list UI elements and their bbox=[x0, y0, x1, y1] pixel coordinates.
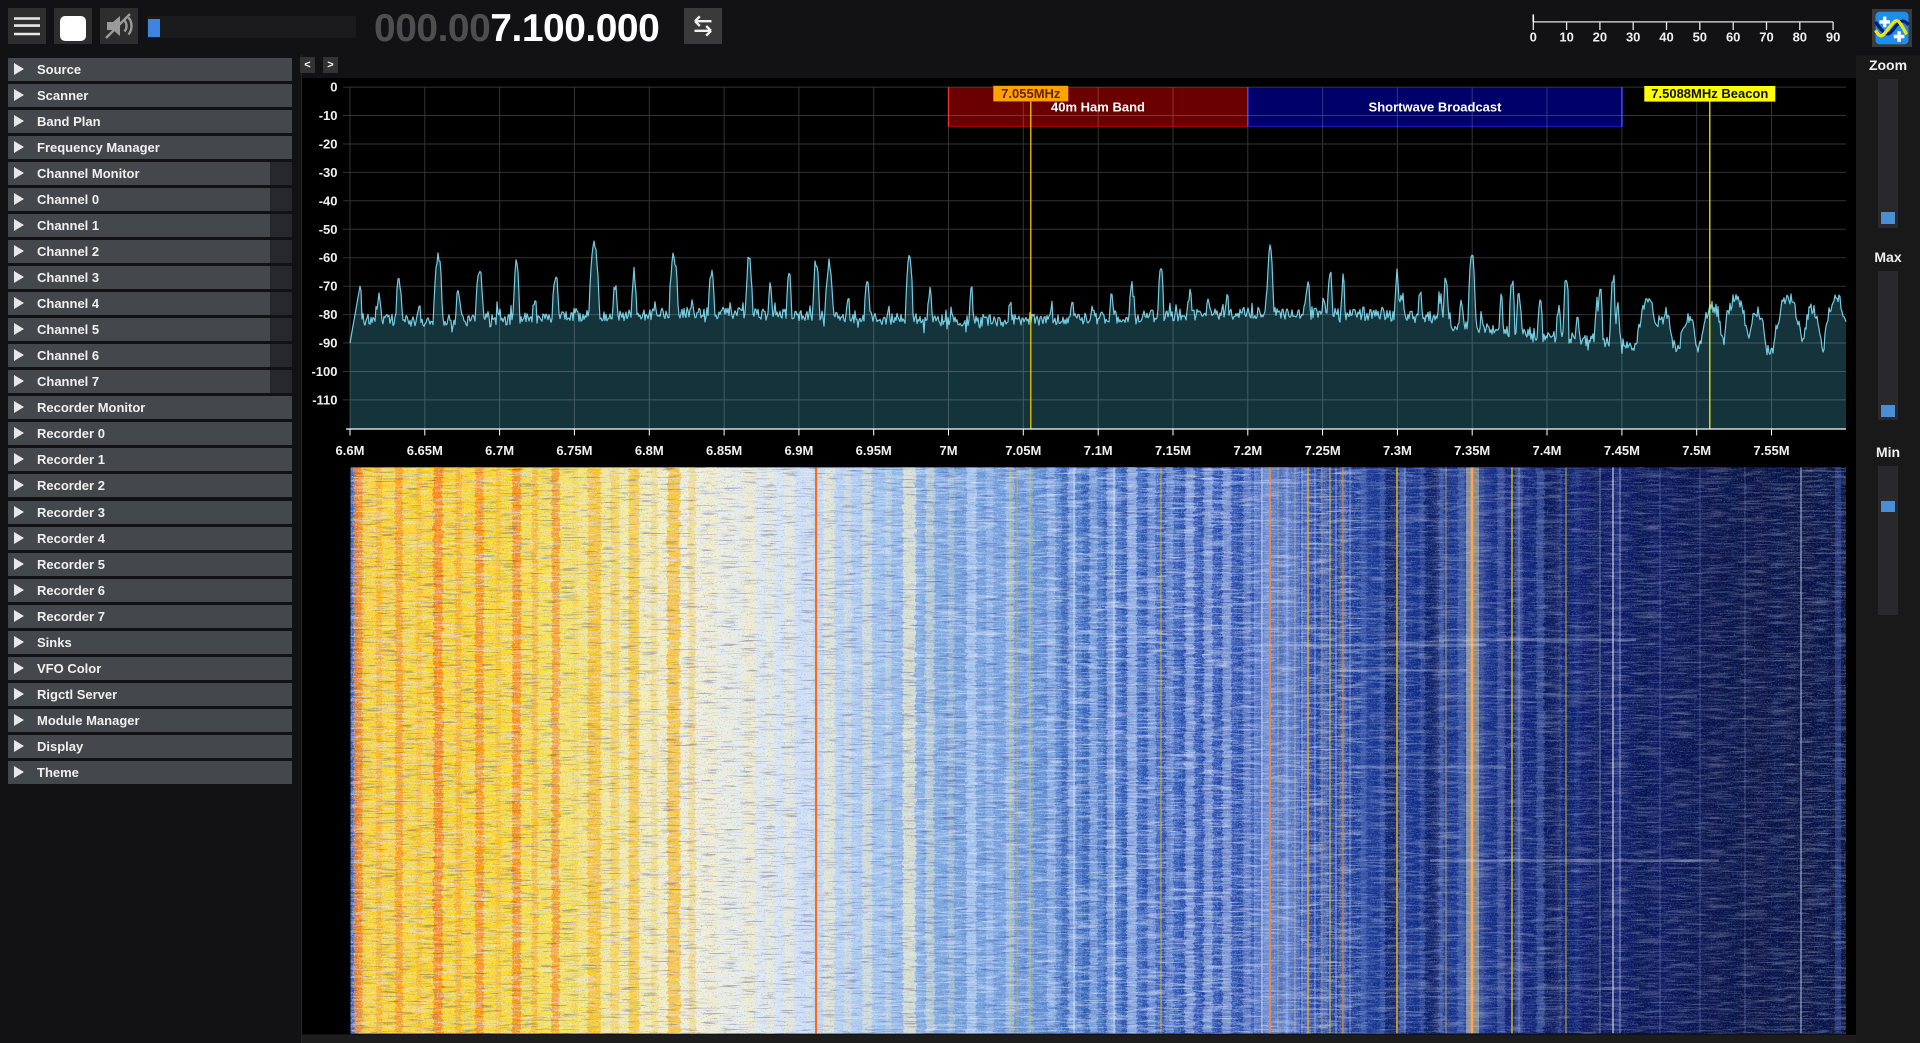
svg-text:7.1M: 7.1M bbox=[1084, 443, 1113, 458]
svg-text:6.85M: 6.85M bbox=[706, 443, 742, 458]
svg-text:-100: -100 bbox=[311, 364, 337, 379]
svg-text:90: 90 bbox=[1826, 30, 1840, 45]
svg-text:-20: -20 bbox=[319, 137, 338, 152]
svg-text:7.15M: 7.15M bbox=[1155, 443, 1191, 458]
svg-text:10: 10 bbox=[1559, 30, 1573, 45]
svg-text:0: 0 bbox=[330, 80, 337, 95]
svg-text:-110: -110 bbox=[312, 392, 337, 407]
svg-text:Shortwave Broadcast: Shortwave Broadcast bbox=[1369, 100, 1503, 115]
svg-text:6.9M: 6.9M bbox=[784, 443, 813, 458]
svg-text:80: 80 bbox=[1793, 30, 1807, 45]
svg-text:7.55M: 7.55M bbox=[1753, 443, 1789, 458]
svg-text:-10: -10 bbox=[319, 108, 338, 123]
svg-text:70: 70 bbox=[1759, 30, 1773, 45]
svg-text:6.7M: 6.7M bbox=[485, 443, 514, 458]
svg-text:7.25M: 7.25M bbox=[1305, 443, 1341, 458]
svg-text:7.45M: 7.45M bbox=[1604, 443, 1640, 458]
svg-text:30: 30 bbox=[1626, 30, 1640, 45]
svg-text:7.05M: 7.05M bbox=[1005, 443, 1041, 458]
svg-text:7.3M: 7.3M bbox=[1383, 443, 1412, 458]
svg-text:-90: -90 bbox=[319, 336, 338, 351]
svg-text:-60: -60 bbox=[319, 250, 338, 265]
svg-text:6.75M: 6.75M bbox=[556, 443, 592, 458]
svg-text:6.8M: 6.8M bbox=[635, 443, 664, 458]
svg-text:7M: 7M bbox=[939, 443, 957, 458]
svg-text:6.65M: 6.65M bbox=[407, 443, 443, 458]
svg-text:7.35M: 7.35M bbox=[1454, 443, 1490, 458]
svg-text:7.4M: 7.4M bbox=[1533, 443, 1562, 458]
svg-text:-30: -30 bbox=[319, 165, 338, 180]
svg-text:7.5088MHz Beacon: 7.5088MHz Beacon bbox=[1651, 86, 1768, 101]
svg-text:0: 0 bbox=[1530, 30, 1537, 45]
svg-text:20: 20 bbox=[1593, 30, 1607, 45]
svg-text:40m Ham Band: 40m Ham Band bbox=[1051, 100, 1145, 115]
svg-text:7.2M: 7.2M bbox=[1233, 443, 1262, 458]
svg-text:7.055MHz: 7.055MHz bbox=[1001, 86, 1061, 101]
svg-text:-40: -40 bbox=[319, 193, 338, 208]
svg-text:6.95M: 6.95M bbox=[856, 443, 892, 458]
svg-text:-50: -50 bbox=[319, 222, 338, 237]
svg-text:40: 40 bbox=[1659, 30, 1673, 45]
svg-text:-70: -70 bbox=[319, 279, 338, 294]
svg-text:-80: -80 bbox=[319, 307, 338, 322]
svg-text:60: 60 bbox=[1726, 30, 1740, 45]
svg-text:50: 50 bbox=[1693, 30, 1707, 45]
svg-text:6.6M: 6.6M bbox=[336, 443, 365, 458]
svg-text:7.5M: 7.5M bbox=[1682, 443, 1711, 458]
